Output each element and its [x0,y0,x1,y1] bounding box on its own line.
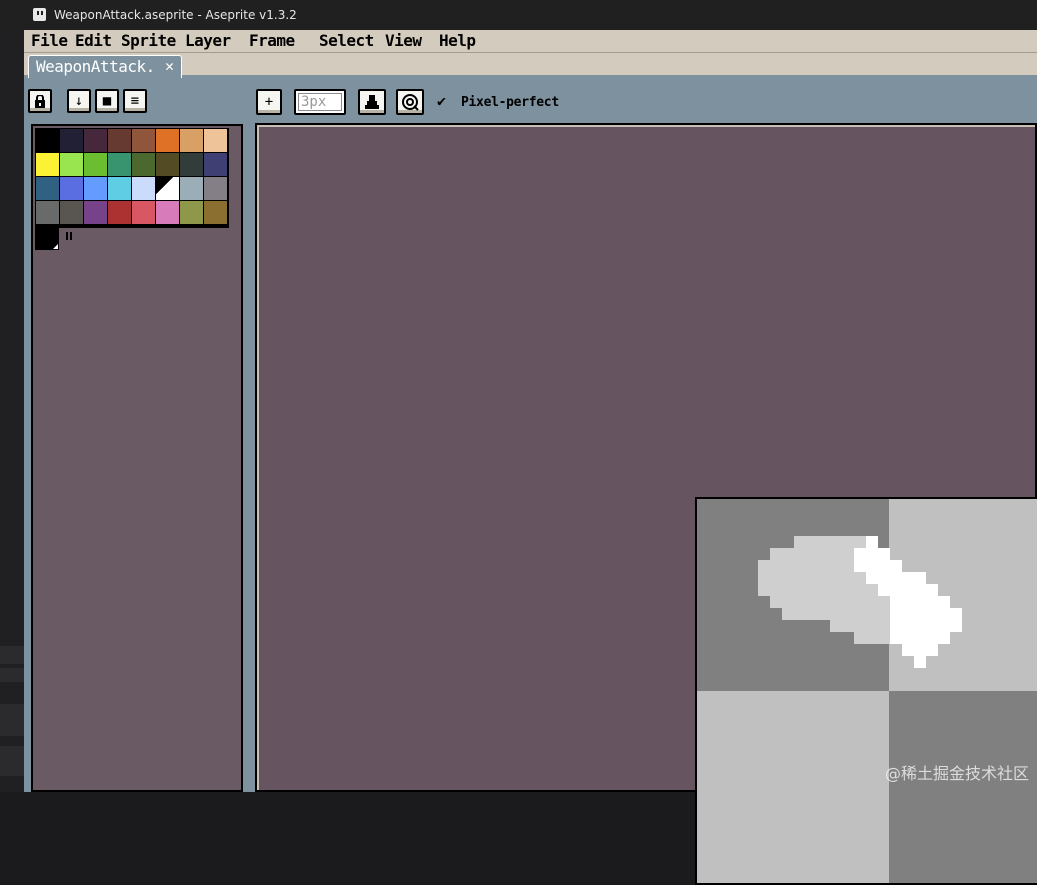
window-title: WeaponAttack.aseprite - Aseprite v1.3.2 [54,8,297,22]
arrow-down-icon[interactable]: ↓ [67,89,91,113]
palette-swatch[interactable] [180,129,203,152]
menu-select[interactable]: Select [319,31,374,51]
watermark: @稀土掘金技术社区 [884,764,1029,783]
weapon-slash-sprite [758,536,962,668]
palette-swatch[interactable] [108,177,131,200]
palette-grid [35,128,229,228]
palette-swatch[interactable] [132,177,155,200]
palette-swatch[interactable] [204,177,227,200]
palette-swatch[interactable] [36,201,59,224]
palette-swatch[interactable] [204,201,227,224]
ink-glyph [365,95,379,109]
menu-help[interactable]: Help [439,31,476,51]
aseprite-logo-icon [33,8,46,21]
palette-swatch[interactable] [108,129,131,152]
palette-swatch[interactable] [132,201,155,224]
palette-swatch[interactable] [60,153,83,176]
background-band [0,704,24,736]
palette-swatch[interactable] [156,201,179,224]
palette-swatch[interactable] [132,153,155,176]
title-bar: WeaponAttack.aseprite - Aseprite v1.3.2 [0,0,1037,30]
background-band [0,746,24,776]
menu-frame[interactable]: Frame [249,31,295,51]
lock-icon[interactable] [28,89,52,113]
tab-weapon-attack[interactable]: WeaponAttack. ✕ [28,55,182,78]
brush-size-field[interactable] [294,89,346,115]
palette-swatch[interactable] [84,129,107,152]
background-window-strip [0,28,24,792]
background-band [0,668,24,682]
foreground-color-swatch[interactable] [35,226,59,250]
sprite-canvas[interactable] [695,497,1037,885]
menu-view[interactable]: View [385,31,422,51]
palette-swatch[interactable] [180,201,203,224]
menu-sprite[interactable]: Sprite [121,31,176,51]
palette-swatch[interactable] [180,153,203,176]
menu-file[interactable]: File [31,31,68,51]
menu-icon[interactable]: ≡ [123,89,147,113]
palette-swatch[interactable] [84,177,107,200]
aseprite-app: File Edit Sprite Layer Frame Select View… [24,30,1037,885]
menu-edit[interactable]: Edit [75,31,112,51]
document-tab-strip: WeaponAttack. ✕ [24,53,1037,78]
close-icon[interactable]: ✕ [165,56,174,76]
palette-swatch[interactable] [36,153,59,176]
brush-size-input[interactable] [298,93,342,111]
palette-swatch[interactable] [36,129,59,152]
ink-bucket-icon[interactable] [358,89,386,115]
pixel-perfect-checkbox[interactable]: ✔ [437,93,446,109]
menu-layer[interactable]: Layer [185,31,231,51]
pixel-perfect-label: Pixel-perfect [461,95,559,110]
palette-swatch[interactable] [156,129,179,152]
palette-swatch[interactable] [84,153,107,176]
palette-swatch[interactable] [84,201,107,224]
tab-label: WeaponAttack. [36,57,155,76]
dynamics-glyph [402,94,419,111]
palette-swatch[interactable] [108,153,131,176]
palette-swatch[interactable] [180,177,203,200]
palette-swatch[interactable] [204,153,227,176]
dynamics-icon[interactable] [396,89,424,115]
lock-icon-glyph [35,94,45,108]
palette-swatch[interactable] [156,153,179,176]
palette-swatch[interactable] [132,129,155,152]
menu-bar: File Edit Sprite Layer Frame Select View… [24,30,1037,53]
square-icon[interactable]: ■ [95,89,119,113]
brush-type-button[interactable]: + [256,89,282,115]
color-palette-panel [31,124,243,792]
palette-swatch[interactable] [60,201,83,224]
palette-swatch[interactable] [36,177,59,200]
palette-swatch[interactable] [60,177,83,200]
background-color-indicator[interactable] [66,232,72,242]
background-band [0,646,24,664]
palette-swatch-selected[interactable] [156,177,179,200]
sprite-editor-canvas[interactable] [255,123,1037,885]
palette-swatch[interactable] [108,201,131,224]
palette-swatch[interactable] [60,129,83,152]
palette-swatch[interactable] [204,129,227,152]
